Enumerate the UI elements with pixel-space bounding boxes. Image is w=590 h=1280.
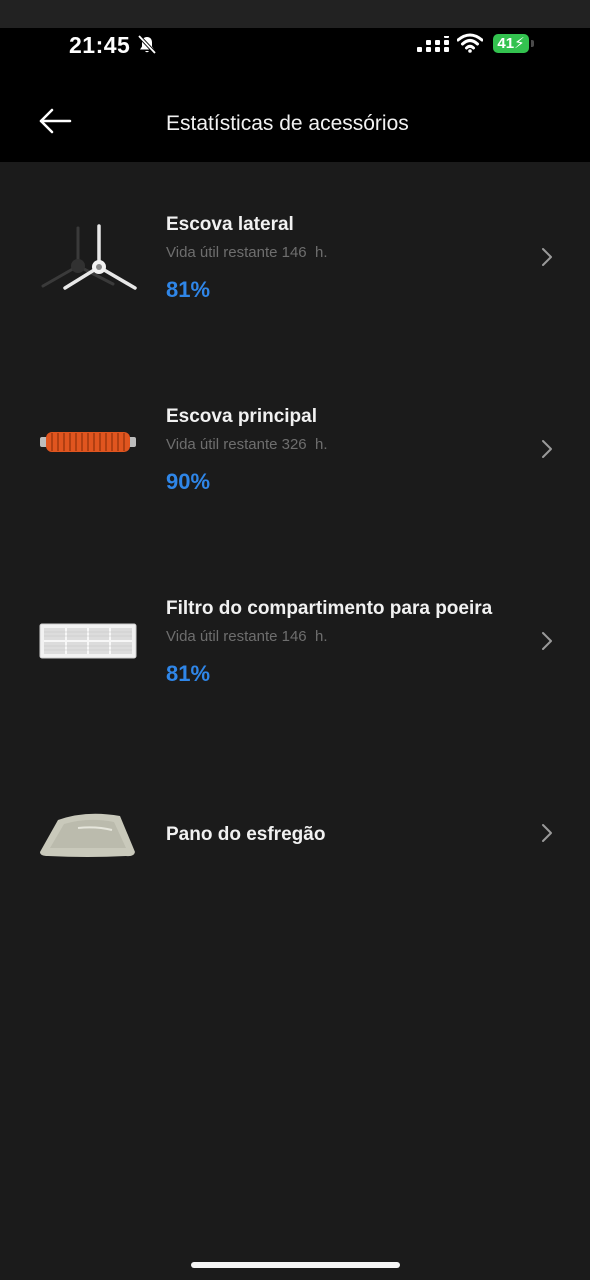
battery-level: 41⚡ [493, 34, 529, 53]
back-arrow-icon[interactable] [38, 108, 72, 134]
dust-filter-image [39, 623, 137, 659]
wear-percentage: 90% [166, 469, 211, 494]
accessory-item-mop-cloth[interactable]: Pano do esfregão [0, 738, 590, 930]
chevron-right-icon [542, 248, 552, 266]
main-brush-image [40, 432, 136, 452]
accessory-name: Escova lateral [166, 214, 294, 235]
accessory-item-dust-filter[interactable]: Filtro do compartimento para poeira Vida… [0, 546, 590, 738]
battery-indicator: 41⚡ [493, 34, 537, 54]
accessory-item-main-brush[interactable]: Escova principal Vida útil restante 326 … [0, 354, 590, 546]
accessory-name: Pano do esfregão [166, 824, 326, 845]
accessory-item-side-brush[interactable]: Escova lateral Vida útil restante 146 h.… [0, 162, 590, 354]
mop-cloth-image [40, 813, 135, 857]
side-brush-image [41, 224, 137, 290]
status-time: 21:45 [69, 32, 131, 58]
wear-percentage: 81% [166, 661, 211, 686]
wear-percentage: 81% [166, 277, 211, 302]
wifi-icon [457, 33, 483, 53]
cellular-signal-icon [417, 36, 449, 52]
battery-nub [531, 40, 534, 47]
remaining-life: Vida útil restante 326 h. [166, 436, 328, 453]
app-header: Estatísticas de acessórios [0, 78, 590, 162]
remaining-life: Vida útil restante 146 h. [166, 628, 328, 645]
accessory-name: Filtro do compartimento para poeira [166, 598, 493, 619]
accessory-name: Escova principal [166, 406, 318, 427]
page-title: Estatísticas de acessórios [166, 112, 409, 135]
home-indicator[interactable] [191, 1262, 400, 1268]
top-strip [0, 0, 590, 28]
chevron-right-icon [542, 440, 552, 458]
remaining-life: Vida útil restante 146 h. [166, 244, 328, 261]
chevron-right-icon [542, 824, 552, 842]
status-bar: 21:45 41⚡ [0, 28, 590, 78]
chevron-right-icon [542, 632, 552, 650]
bell-muted-icon [137, 34, 157, 55]
